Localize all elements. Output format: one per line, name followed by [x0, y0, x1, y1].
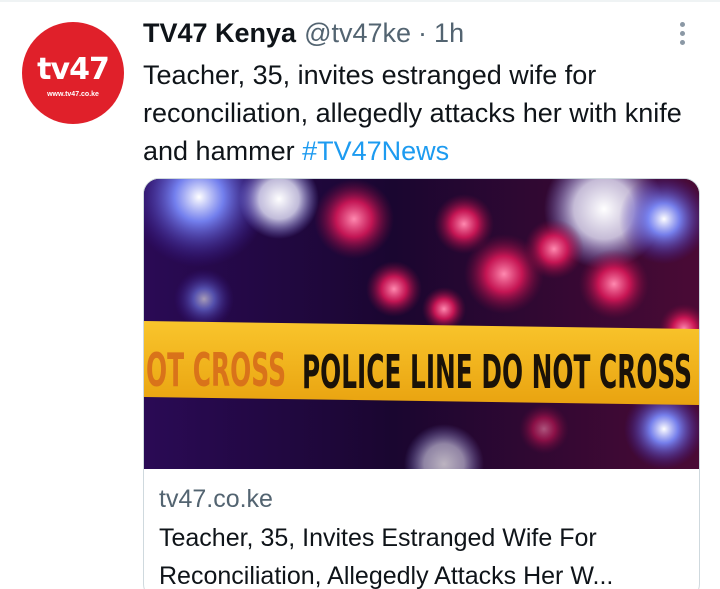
- card-image[interactable]: OT CROSS POLICE LINE DO NOT CROSS: [144, 179, 699, 469]
- timestamp[interactable]: 1h: [434, 18, 464, 49]
- tape-text-main: POLICE LINE DO NOT CROSS: [302, 345, 692, 399]
- avatar-logo-subtext: www.tv47.co.ke: [47, 91, 99, 98]
- author-name[interactable]: TV47 Kenya: [143, 18, 296, 49]
- more-dots-vertical-icon[interactable]: [674, 22, 690, 50]
- card-title[interactable]: Teacher, 35, Invites Estranged Wife For …: [159, 519, 689, 589]
- hashtag-link[interactable]: #TV47News: [302, 136, 449, 166]
- avatar[interactable]: tv47 www.tv47.co.ke: [22, 22, 124, 124]
- tape-text-left: OT CROSS: [146, 343, 286, 397]
- author-handle[interactable]: @tv47ke: [304, 18, 411, 49]
- tweet[interactable]: tv47 www.tv47.co.ke TV47 Kenya @tv47ke ·…: [0, 0, 720, 589]
- card-domain[interactable]: tv47.co.ke: [159, 485, 273, 514]
- avatar-logo-text: tv47: [37, 52, 110, 87]
- tweet-text: Teacher, 35, invites estranged wife for …: [143, 56, 703, 170]
- tweet-header: TV47 Kenya @tv47ke · 1h: [143, 18, 464, 54]
- link-card[interactable]: OT CROSS POLICE LINE DO NOT CROSS tv47.c…: [143, 178, 700, 589]
- separator-dot: ·: [418, 18, 428, 48]
- divider: [0, 0, 720, 2]
- police-tape-photo: OT CROSS POLICE LINE DO NOT CROSS: [144, 179, 699, 469]
